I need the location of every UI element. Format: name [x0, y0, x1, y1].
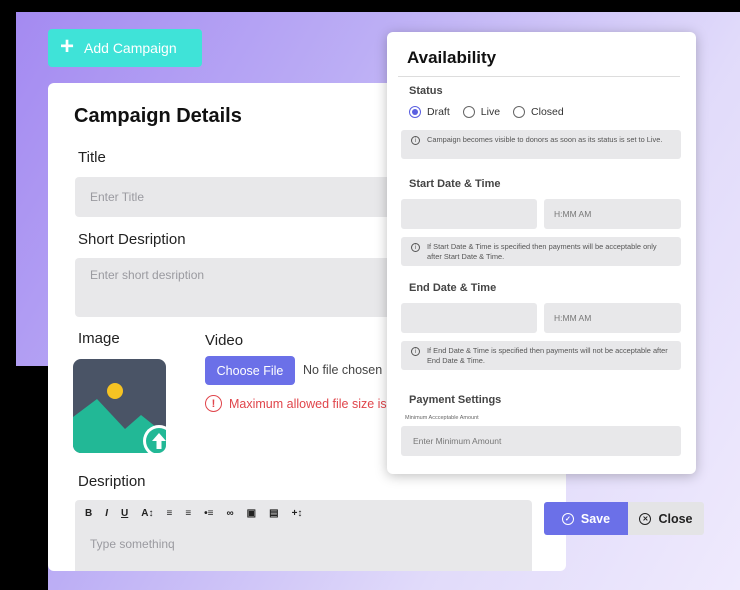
radio-selected-icon	[409, 106, 421, 118]
availability-title: Availability	[407, 48, 497, 67]
description-placeholder: Type somethinq	[90, 537, 175, 551]
editor-toolbar: B I U A↕ ≡ ≡ •≡ ∞ ▣ ▤ +↕	[75, 500, 532, 526]
close-label: Close	[658, 511, 693, 526]
link-button[interactable]: ∞	[227, 508, 234, 519]
status-option-closed[interactable]: Closed	[513, 106, 564, 118]
status-option-label: Live	[480, 106, 501, 118]
min-amount-placeholder: Enter Minimum Amount	[413, 436, 502, 446]
payment-settings-label: Payment Settings	[409, 394, 502, 406]
start-info: i If Start Date & Time is specified then…	[401, 237, 681, 266]
error-text: Maximum allowed file size is	[229, 396, 387, 411]
no-file-text: No file chosen	[303, 363, 383, 377]
save-button[interactable]: ✓ Save	[544, 502, 628, 535]
bullet-list-button[interactable]: •≡	[204, 508, 213, 519]
radio-icon	[462, 106, 475, 118]
start-time-input[interactable]: H:MM AM	[544, 199, 681, 229]
short-description-placeholder: Enter short desription	[90, 268, 205, 282]
info-icon: i	[411, 243, 420, 252]
underline-button[interactable]: U	[121, 508, 128, 519]
status-option-draft[interactable]: Draft	[409, 106, 450, 118]
min-amount-input[interactable]: Enter Minimum Amount	[401, 426, 681, 456]
status-option-label: Draft	[427, 106, 450, 118]
status-option-label: Closed	[531, 106, 564, 118]
image-placeholder-icon	[73, 383, 166, 453]
video-label: Video	[205, 332, 244, 349]
add-campaign-button[interactable]: + Add Campaign	[48, 29, 202, 67]
align-left-button[interactable]: ≡	[166, 508, 172, 519]
status-radio-group: Draft Live Closed	[409, 106, 577, 118]
description-editor[interactable]: B I U A↕ ≡ ≡ •≡ ∞ ▣ ▤ +↕ Type somethinq	[75, 500, 532, 571]
end-date-label: End Date & Time	[409, 282, 497, 294]
end-info: i If End Date & Time is specified then p…	[401, 341, 681, 370]
divider	[398, 76, 680, 77]
status-info-text: Campaign becomes visible to donors as so…	[427, 135, 663, 144]
error-icon: !	[205, 395, 222, 412]
bold-button[interactable]: B	[85, 508, 92, 519]
end-time-placeholder: H:MM AM	[554, 313, 592, 323]
info-icon: i	[411, 136, 420, 145]
close-icon: ✕	[639, 512, 652, 525]
close-button[interactable]: ✕ Close	[628, 502, 704, 535]
info-icon: i	[411, 347, 420, 356]
image-label: Image	[78, 330, 120, 347]
status-label: Status	[409, 85, 443, 97]
add-campaign-label: Add Campaign	[84, 40, 177, 56]
title-placeholder: Enter Title	[90, 190, 145, 204]
end-time-input[interactable]: H:MM AM	[544, 303, 681, 333]
check-icon: ✓	[561, 512, 574, 525]
file-size-error: ! Maximum allowed file size is	[205, 395, 387, 412]
min-amount-label: Minimum Accceptable Amount	[405, 415, 479, 421]
availability-panel: Availability Status Draft Live Closed i …	[387, 32, 696, 474]
line-height-button[interactable]: +↕	[292, 508, 303, 519]
start-date-label: Start Date & Time	[409, 178, 501, 190]
short-description-label: Short Desription	[78, 231, 186, 248]
plus-icon: +	[60, 33, 75, 60]
start-info-text: If Start Date & Time is specified then p…	[427, 242, 657, 261]
image-insert-button[interactable]: ▣	[247, 508, 256, 519]
status-info: i Campaign becomes visible to donors as …	[401, 130, 681, 159]
start-date-input[interactable]	[401, 199, 537, 229]
radio-icon	[513, 106, 526, 118]
status-option-live[interactable]: Live	[462, 106, 501, 118]
end-info-text: If End Date & Time is specified then pay…	[427, 346, 668, 365]
table-button[interactable]: ▤	[269, 508, 278, 519]
choose-file-button[interactable]: Choose File	[205, 356, 295, 385]
save-label: Save	[580, 511, 611, 526]
page-title: Campaign Details	[74, 105, 242, 127]
image-upload-tile[interactable]	[73, 359, 166, 453]
background-gap	[16, 366, 48, 590]
description-label: Desription	[78, 473, 146, 490]
align-center-button[interactable]: ≡	[185, 508, 191, 519]
font-size-button[interactable]: A↕	[141, 508, 153, 519]
end-date-input[interactable]	[401, 303, 537, 333]
start-time-placeholder: H:MM AM	[554, 209, 592, 219]
title-label: Title	[78, 149, 106, 166]
italic-button[interactable]: I	[105, 508, 108, 519]
